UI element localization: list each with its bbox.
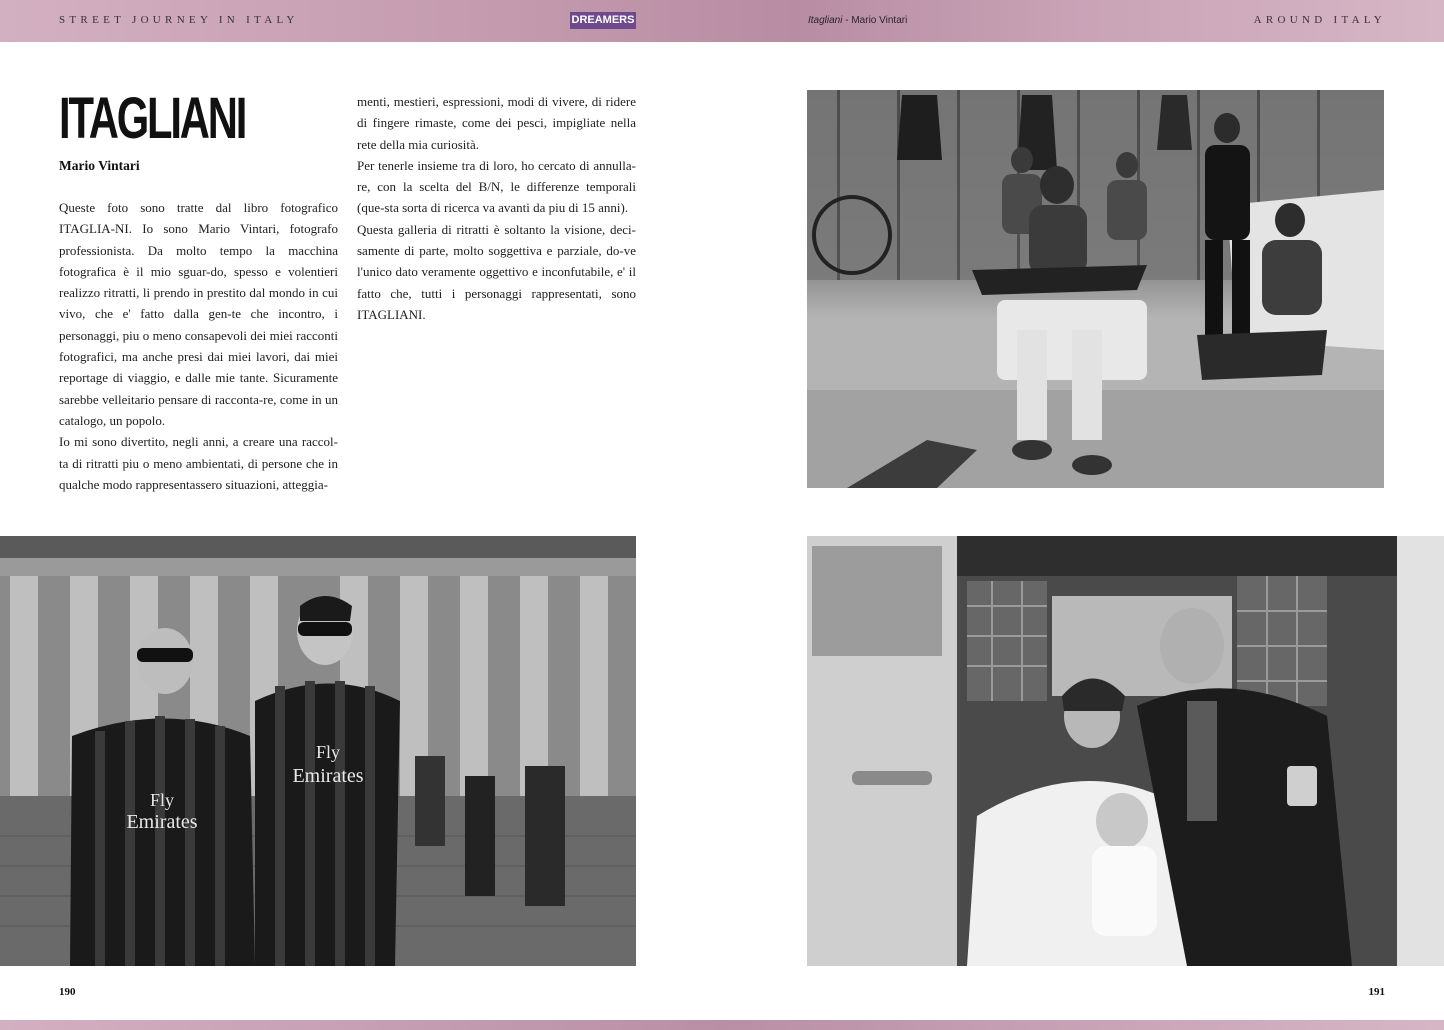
shirt-sponsor-line2: Emirates (292, 765, 363, 787)
text-column-2: menti, mestieri, espressioni, modi di vi… (357, 91, 636, 325)
text-column-1: Queste foto sono tratte dal libro fotogr… (59, 197, 338, 495)
paragraph: Per tenerle insieme tra di loro, ho cerc… (357, 157, 636, 216)
paragraph: Io mi sono divertito, negli anni, a crea… (59, 434, 338, 492)
paragraph: Queste foto sono tratte dal libro fotogr… (59, 200, 338, 428)
footer-band (0, 1020, 1444, 1030)
photo-football-fans: Fly Emirates Fly Emirates (0, 536, 636, 966)
shirt-sponsor-line1: Fly (150, 790, 174, 810)
photo-wedding-van (807, 536, 1444, 966)
photo-courtyard-portrait (807, 90, 1384, 488)
shirt-sponsor-line1: Fly (316, 742, 340, 762)
magazine-badge: DREAMERS (570, 12, 636, 29)
photo-wedding-van-image (807, 536, 1444, 966)
page-number-left: 190 (59, 986, 76, 998)
photo-football-fans-image: Fly Emirates Fly Emirates (0, 536, 636, 966)
article-title: ITAGLIANI (59, 86, 247, 151)
header-band: STREET JOURNEY IN ITALY DREAMERS Itaglia… (0, 0, 1444, 42)
running-title: Itagliani - Mario Vintari (808, 15, 907, 26)
photo-courtyard-image (807, 90, 1384, 488)
section-title-right: AROUND ITALY (1253, 14, 1386, 26)
page-number-right: 191 (1368, 986, 1386, 998)
running-title-author: - Mario Vintari (842, 15, 908, 26)
paragraph: menti, mestieri, espressioni, modi di vi… (357, 94, 636, 152)
shirt-sponsor-line2: Emirates (126, 811, 197, 833)
paragraph: Questa galleria di ritratti è soltanto l… (357, 221, 636, 322)
article-author: Mario Vintari (59, 158, 140, 173)
running-title-italic: Itagliani (808, 15, 843, 26)
section-title-left: STREET JOURNEY IN ITALY (59, 14, 299, 26)
